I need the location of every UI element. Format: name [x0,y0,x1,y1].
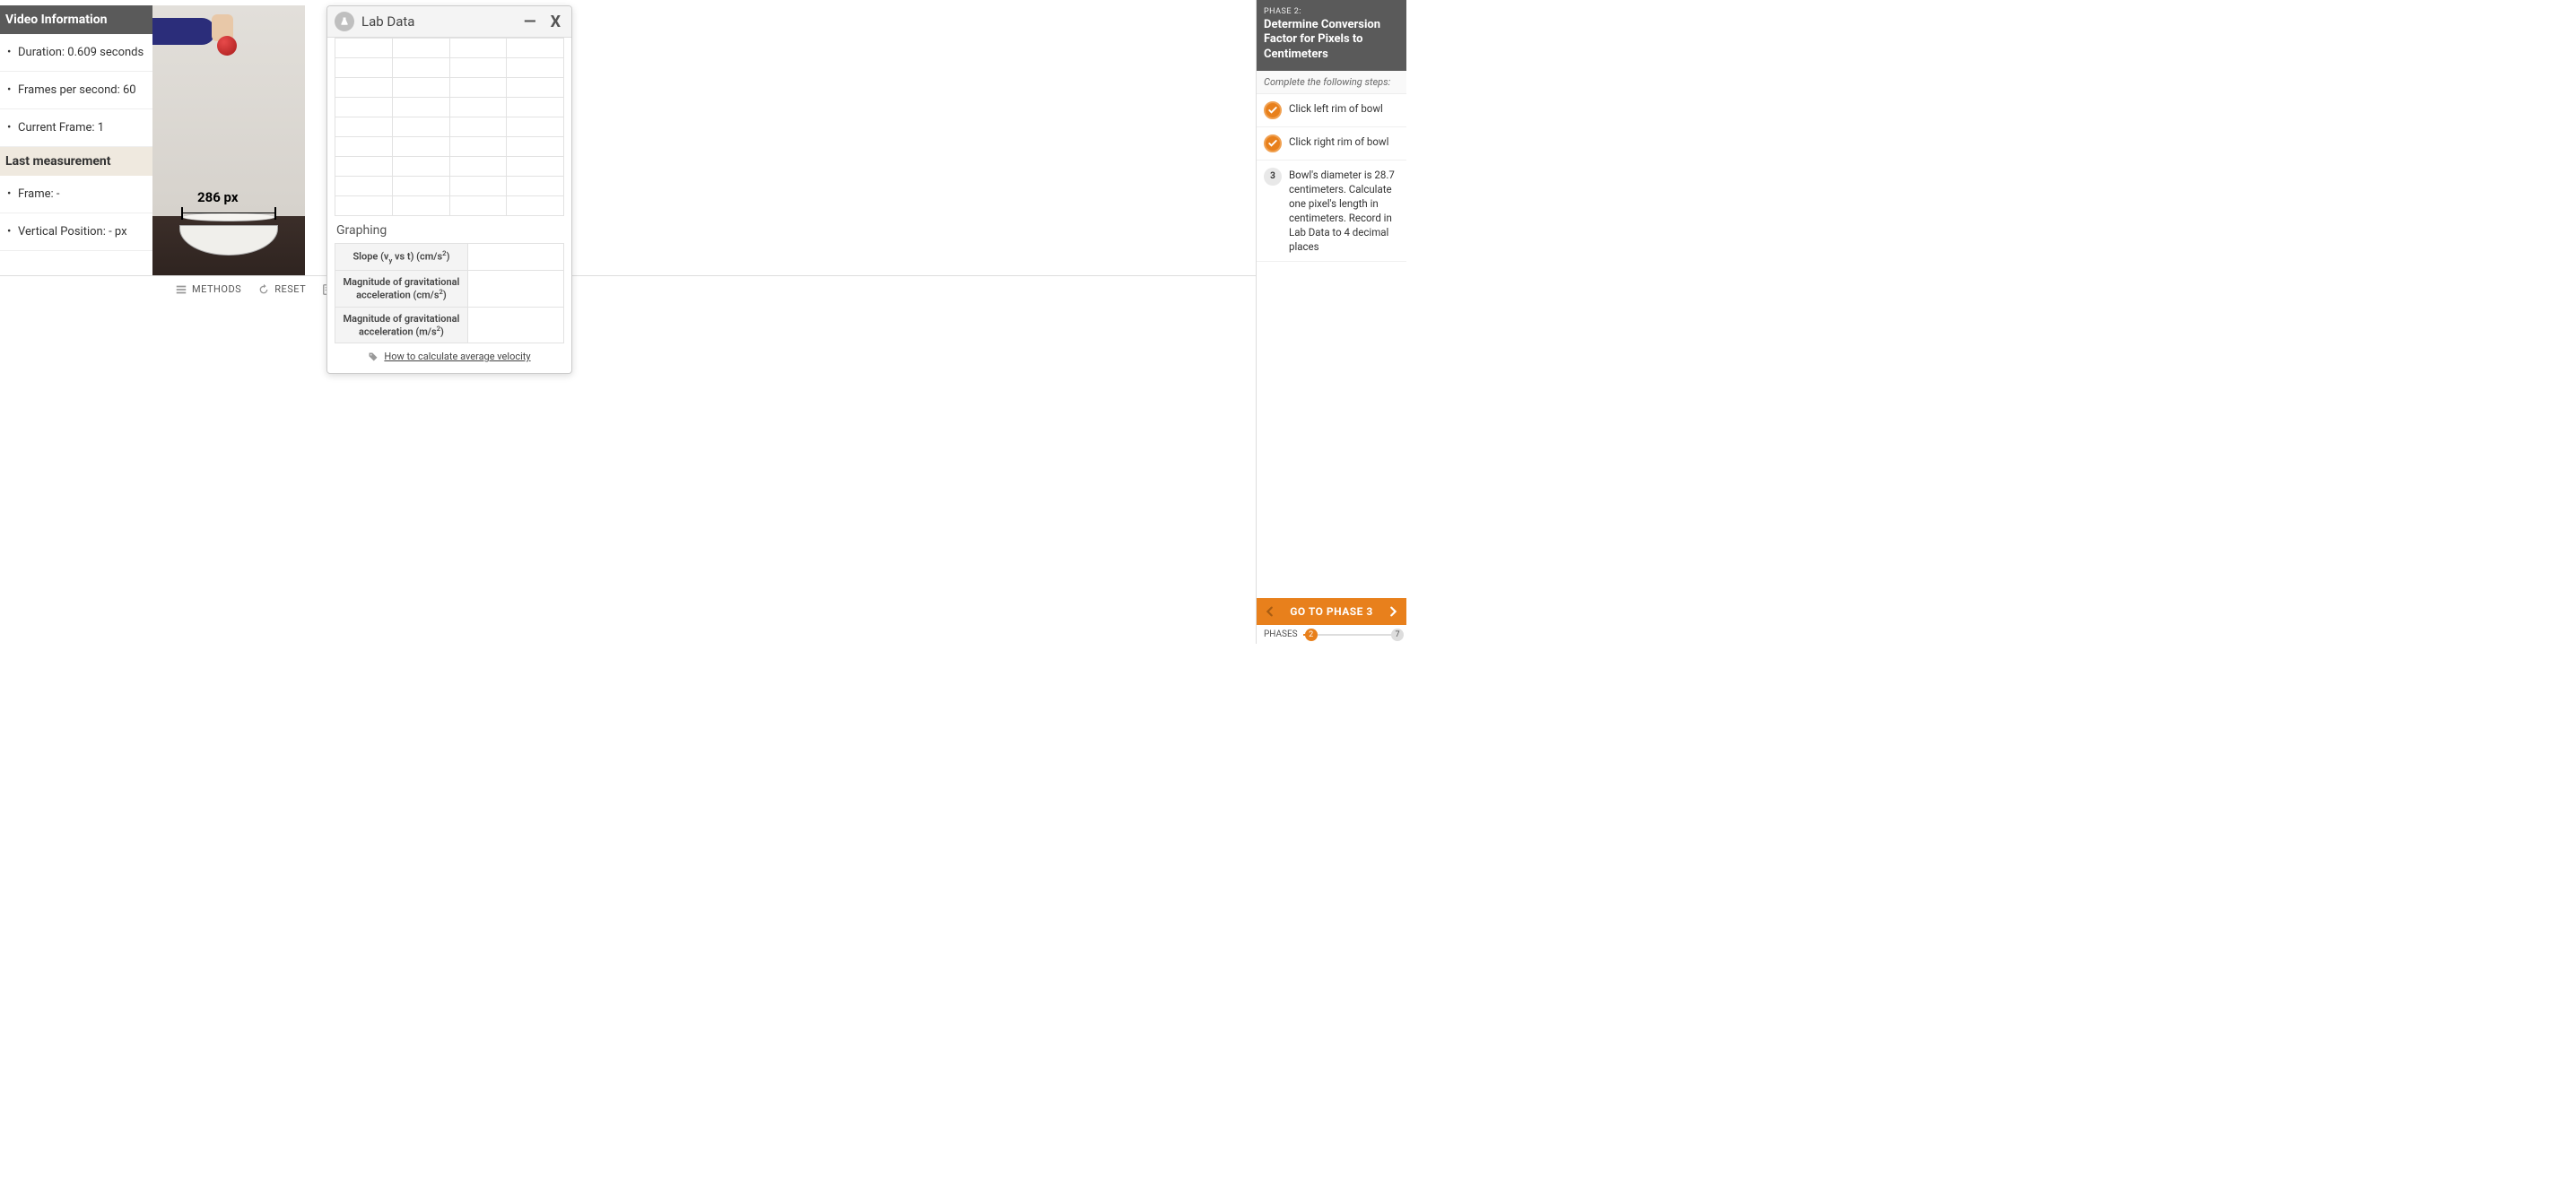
hint-link[interactable]: How to calculate average velocity [384,351,530,362]
video-frame[interactable]: 286 px [152,5,305,275]
tag-icon [368,351,379,362]
phases-track[interactable]: 2 7 [1303,634,1399,636]
reset-button[interactable]: RESET [257,283,306,296]
lab-data-panel: Lab Data — X Graphing Slope (vy vs t) (c… [326,5,572,374]
step-item-3: 3 Bowl's diameter is 28.7 centimeters. C… [1257,161,1406,263]
lab-data-grid[interactable] [335,38,564,216]
total-phase-dot[interactable]: 7 [1391,629,1404,641]
methods-label: METHODS [192,283,241,295]
check-icon [1264,101,1282,119]
phase-nav: GO TO PHASE 3 PHASES 2 7 [1257,598,1406,644]
slope-value[interactable] [467,244,563,271]
toolbar: METHODS RESET MY NOTES [0,275,1406,302]
mag-cm-value[interactable] [467,270,563,307]
reset-label: RESET [274,283,306,295]
lab-data-header[interactable]: Lab Data — X [327,6,571,38]
close-button[interactable]: X [547,13,564,31]
frame-item: Frame: - [0,176,152,213]
measurement-list: Frame: - Vertical Position: - px [0,176,152,251]
slope-label: Slope (vy vs t) (cm/s2) [335,244,468,271]
goto-phase-label: GO TO PHASE 3 [1290,605,1373,618]
mag-m-label: Magnitude of gravitational acceleration … [335,307,468,343]
step-2-text: Click right rim of bowl [1289,134,1388,152]
flask-icon [335,12,354,31]
step-item-1: Click left rim of bowl [1257,94,1406,127]
measurement-bracket [181,207,276,220]
step-item-2: Click right rim of bowl [1257,127,1406,161]
check-icon [1264,134,1282,152]
left-panel: Video Information Duration: 0.609 second… [0,5,152,251]
step-1-text: Click left rim of bowl [1289,101,1383,119]
mag-cm-label: Magnitude of gravitational acceleration … [335,270,468,307]
phases-progress: PHASES 2 7 [1257,625,1406,644]
step-3-text: Bowl's diameter is 28.7 centimeters. Cal… [1289,168,1399,255]
current-frame-item: Current Frame: 1 [0,109,152,147]
step-number-badge: 3 [1264,168,1282,186]
video-info-list: Duration: 0.609 seconds Frames per secon… [0,34,152,147]
last-measurement-header: Last measurement [0,147,152,176]
phase-number-label: PHASE 2: [1264,7,1399,16]
graphing-table: Slope (vy vs t) (cm/s2) Magnitude of gra… [335,243,564,343]
mag-m-value[interactable] [467,307,563,343]
duration-item: Duration: 0.609 seconds [0,34,152,72]
lab-data-title: Lab Data [361,13,513,30]
arm [152,18,215,45]
phase-title: Determine Conversion Factor for Pixels t… [1264,18,1399,62]
minimize-button[interactable]: — [520,13,540,31]
reset-icon [257,283,270,296]
step-list: Click left rim of bowl Click right rim o… [1257,94,1406,263]
phase-header: PHASE 2: Determine Conversion Factor for… [1257,0,1406,71]
measurement-label: 286 px [197,189,239,205]
list-icon [175,283,187,296]
methods-button[interactable]: METHODS [175,283,241,296]
current-phase-dot[interactable]: 2 [1305,629,1318,641]
goto-phase-button[interactable]: GO TO PHASE 3 [1257,598,1406,625]
fps-item: Frames per second: 60 [0,72,152,109]
graphing-section-label: Graphing [336,223,564,238]
chevron-left-icon [1264,605,1276,618]
apple [217,36,237,56]
hint-row: How to calculate average velocity [335,343,564,366]
chevron-right-icon [1387,605,1399,618]
video-info-header: Video Information [0,5,152,34]
vpos-item: Vertical Position: - px [0,213,152,251]
instructions-panel: PHASE 2: Determine Conversion Factor for… [1256,0,1406,644]
steps-instruction: Complete the following steps: [1257,71,1406,94]
phases-label: PHASES [1264,629,1298,639]
